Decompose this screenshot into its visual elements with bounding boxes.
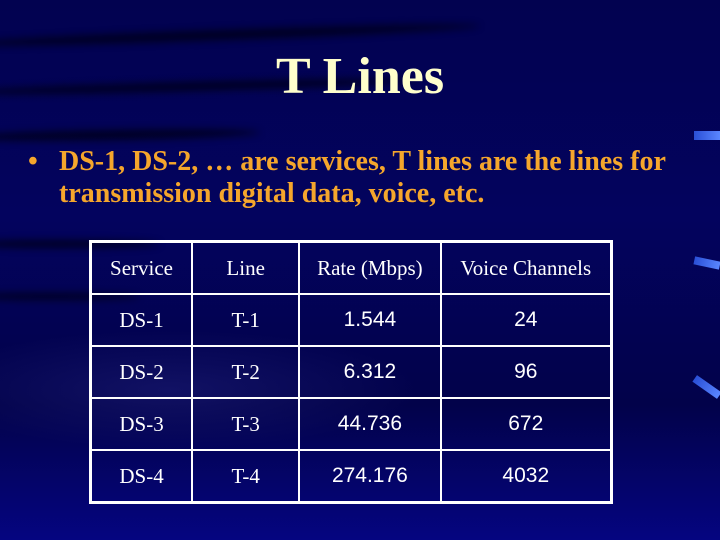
cell-line: T-3 xyxy=(191,397,301,451)
cell-rate: 274.176 xyxy=(298,449,442,504)
cell-voice-channels: 24 xyxy=(439,293,613,347)
header-rate: Rate (Mbps) xyxy=(298,240,442,295)
cell-rate: 44.736 xyxy=(298,397,442,451)
cell-line: T-2 xyxy=(191,345,301,399)
table-row: DS-1 T-1 1.544 24 xyxy=(89,293,613,347)
t-lines-table: Service Line Rate (Mbps) Voice Channels … xyxy=(89,240,613,504)
cell-voice-channels: 672 xyxy=(439,397,613,451)
cell-line: T-4 xyxy=(191,449,301,504)
header-line: Line xyxy=(191,240,301,295)
cell-service: DS-2 xyxy=(89,345,194,399)
table-row: DS-2 T-2 6.312 96 xyxy=(89,345,613,399)
table-header-row: Service Line Rate (Mbps) Voice Channels xyxy=(89,240,613,295)
header-service: Service xyxy=(89,240,194,295)
table-row: DS-3 T-3 44.736 672 xyxy=(89,397,613,451)
cell-service: DS-1 xyxy=(89,293,194,347)
header-voice-channels: Voice Channels xyxy=(439,240,613,295)
background-streak xyxy=(0,127,261,143)
decorative-accent-bar xyxy=(694,131,720,140)
cell-rate: 6.312 xyxy=(298,345,442,399)
cell-service: DS-3 xyxy=(89,397,194,451)
table-row: DS-4 T-4 274.176 4032 xyxy=(89,449,613,504)
decorative-accent-bar xyxy=(693,256,720,270)
cell-voice-channels: 96 xyxy=(439,345,613,399)
cell-voice-channels: 4032 xyxy=(439,449,613,504)
cell-line: T-1 xyxy=(191,293,301,347)
bullet-item: • DS-1, DS-2, … are services, T lines ar… xyxy=(28,146,698,210)
decorative-accent-bar xyxy=(692,375,720,399)
cell-rate: 1.544 xyxy=(298,293,442,347)
bullet-text: DS-1, DS-2, … are services, T lines are … xyxy=(59,146,666,209)
bullet-icon: • xyxy=(28,146,38,177)
cell-service: DS-4 xyxy=(89,449,194,504)
slide-title: T Lines xyxy=(275,48,445,105)
